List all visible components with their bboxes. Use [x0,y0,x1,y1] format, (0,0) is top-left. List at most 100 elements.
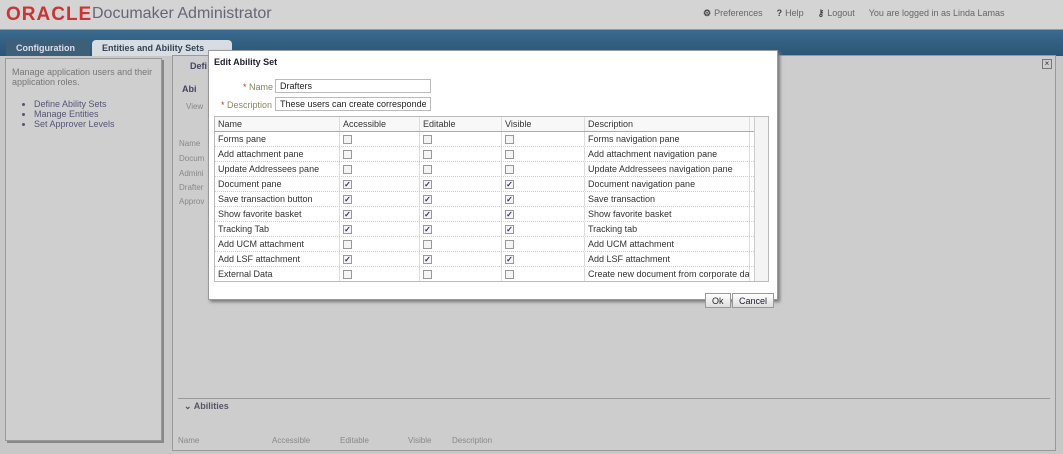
ok-button[interactable]: Ok [705,293,731,308]
logout-icon: ⚷ [817,8,825,18]
table-row[interactable]: Document pane ✓ ✓ ✓ Document navigation pane [215,177,768,192]
cancel-button[interactable]: Cancel [732,293,775,308]
editable-checkbox[interactable]: ✓ [423,194,432,204]
oracle-logo: ORACLE [6,4,93,25]
editable-cell [420,147,502,161]
accessible-checkbox[interactable]: ✓ [343,209,352,219]
editable-checkbox[interactable]: ✓ [423,224,432,234]
logout-label: Logout [827,8,855,18]
help-icon: ? [776,8,783,18]
name-input[interactable] [275,79,431,93]
editable-cell: ✓ [420,192,502,206]
column-header: Accessible [272,436,311,445]
table-row[interactable]: Add attachment pane Add attachment naviga… [215,147,768,162]
column-header: Editable [340,436,369,445]
editable-checkbox[interactable] [423,149,432,159]
accessible-cell [340,132,420,146]
editable-checkbox[interactable] [423,269,432,279]
editable-checkbox[interactable]: ✓ [423,179,432,189]
accessible-cell: ✓ [340,177,420,191]
accessible-checkbox[interactable]: ✓ [343,179,352,189]
ability-name: Document pane [215,177,340,191]
editable-checkbox[interactable]: ✓ [423,254,432,264]
editable-cell: ✓ [420,222,502,236]
preferences-link[interactable]: ⚙ Preferences [703,8,763,19]
visible-cell: ✓ [502,177,585,191]
abilities-panel-header[interactable]: ⌄ Abilities [178,398,1050,414]
table-row[interactable]: Show favorite basket ✓ ✓ ✓ Show favorite bas… [215,207,768,222]
visible-cell: ✓ [502,192,585,206]
sidebar-link-define-ability-sets[interactable]: Define Ability Sets [34,99,155,109]
visible-checkbox[interactable] [505,239,514,249]
close-icon[interactable]: × [1042,59,1052,69]
visible-checkbox[interactable] [505,269,514,279]
visible-checkbox[interactable] [505,134,514,144]
list-item[interactable]: Drafter [179,183,203,192]
view-menu[interactable]: View [186,102,203,111]
accessible-checkbox[interactable]: ✓ [343,224,352,234]
editable-cell: ✓ [420,207,502,221]
ability-description: Update Addressees navigation pane [585,162,750,176]
name-label: * Name [243,82,274,92]
table-row[interactable]: Update Addressees pane Update Addressees … [215,162,768,177]
ability-description: Show favorite basket [585,207,750,221]
ability-name: Tracking Tab [215,222,340,236]
ability-name: Forms pane [215,132,340,146]
accessible-cell [340,147,420,161]
visible-checkbox[interactable]: ✓ [505,179,514,189]
help-link[interactable]: ? Help [777,8,804,19]
preferences-icon: ⚙ [703,8,712,18]
sidebar-link-set-approver-levels[interactable]: Set Approver Levels [34,119,155,129]
table-row[interactable]: Tracking Tab ✓ ✓ ✓ Tracking tab [215,222,768,237]
ability-description: Add attachment navigation pane [585,147,750,161]
visible-checkbox[interactable]: ✓ [505,254,514,264]
editable-cell: ✓ [420,177,502,191]
table-row[interactable]: Forms pane Forms navigation pane [215,132,768,147]
visible-checkbox[interactable]: ✓ [505,209,514,219]
column-header: Description [452,436,493,445]
column-header-name[interactable]: Name [215,117,340,131]
table-row[interactable]: Save transaction button ✓ ✓ ✓ Save transacti… [215,192,768,207]
editable-checkbox[interactable] [423,164,432,174]
table-row[interactable]: Add LSF attachment ✓ ✓ ✓ Add LSF attachment [215,252,768,267]
column-header-description[interactable]: Description [585,117,750,131]
edit-ability-set-dialog: Edit Ability Set * Name * Description Na… [208,50,778,308]
accessible-checkbox[interactable] [343,269,352,279]
accessible-checkbox[interactable] [343,239,352,249]
accessible-cell [340,162,420,176]
visible-cell: ✓ [502,252,585,266]
editable-checkbox[interactable] [423,239,432,249]
accessible-checkbox[interactable]: ✓ [343,194,352,204]
visible-checkbox[interactable]: ✓ [505,194,514,204]
sidebar-link-manage-entities[interactable]: Manage Entities [34,109,155,119]
table-row[interactable]: Add UCM attachment Add UCM attachment [215,237,768,252]
accessible-checkbox[interactable]: ✓ [343,254,352,264]
editable-checkbox[interactable] [423,134,432,144]
accessible-checkbox[interactable] [343,134,352,144]
ability-name: Add attachment pane [215,147,340,161]
tab-configuration[interactable]: Configuration [6,40,90,56]
visible-cell [502,162,585,176]
visible-checkbox[interactable] [505,149,514,159]
column-header-editable[interactable]: Editable [420,117,502,131]
abilities-table-header: Name Accessible Editable Visible Descrip… [178,436,1050,445]
visible-cell [502,237,585,251]
table-row[interactable]: External Data Create new document from co… [215,267,768,281]
column-header-visible[interactable]: Visible [502,117,585,131]
visible-checkbox[interactable]: ✓ [505,224,514,234]
editable-checkbox[interactable]: ✓ [423,209,432,219]
list-item[interactable]: Admini [179,169,203,178]
visible-checkbox[interactable] [505,164,514,174]
ability-description: Create new document from corporate data [585,267,750,281]
list-item[interactable]: Docum [179,154,204,163]
accessible-checkbox[interactable] [343,149,352,159]
visible-cell: ✓ [502,207,585,221]
list-item[interactable]: Approv [179,197,204,206]
logout-link[interactable]: ⚷ Logout [818,8,855,19]
column-header: Visible [408,436,432,445]
column-header-accessible[interactable]: Accessible [340,117,420,131]
logged-in-user: You are logged in as Linda Lamas [868,8,1005,18]
accessible-checkbox[interactable] [343,164,352,174]
description-input[interactable] [275,97,431,111]
table-scrollbar[interactable] [754,117,768,281]
